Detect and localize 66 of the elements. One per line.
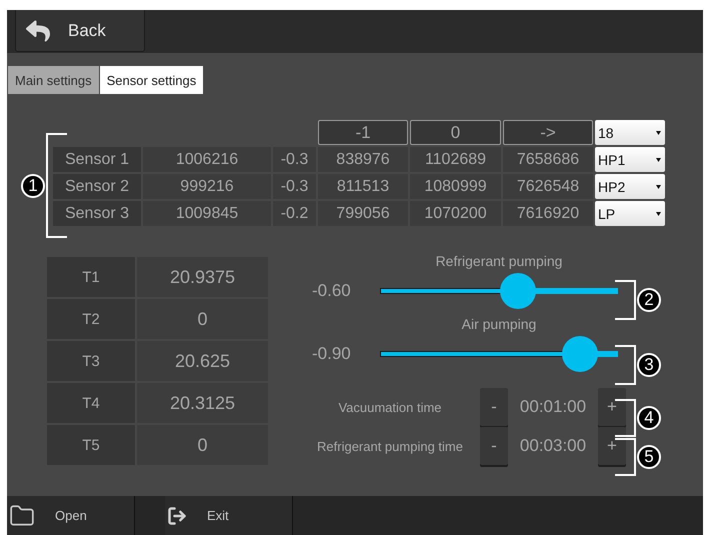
caret-icon: [656, 212, 661, 216]
table-cell: 1080999: [410, 174, 501, 199]
dropdown[interactable]: LP: [595, 201, 665, 226]
table-cell: 1006216: [143, 147, 271, 172]
table-cell: 7626548: [503, 174, 593, 199]
timer-label: Vacuumation time: [337, 400, 443, 414]
sensor-name: Sensor 2: [53, 174, 141, 199]
slider[interactable]: [380, 336, 618, 372]
open-button[interactable]: Open: [7, 496, 135, 535]
column-button[interactable]: 0: [410, 120, 501, 145]
table-cell: 20.9375: [137, 257, 268, 297]
table-cell: T3: [47, 341, 135, 381]
callout-number: 4: [637, 406, 661, 430]
sensor-name: Sensor 1: [53, 147, 141, 172]
callout-number: 1: [21, 174, 45, 198]
caret-icon: [656, 184, 661, 188]
table-cell: 20.625: [137, 341, 268, 381]
slider-reading: -0.90: [311, 344, 352, 364]
table-cell: T2: [47, 299, 135, 339]
tab[interactable]: Sensor settings: [100, 66, 204, 94]
dropdown[interactable]: HP2: [595, 174, 665, 199]
table-cell: T4: [47, 383, 135, 423]
dropdown[interactable]: HP1: [595, 147, 665, 172]
slider[interactable]: [380, 273, 618, 309]
table-cell: 0: [137, 425, 268, 465]
callout-number: 2: [637, 288, 661, 312]
folder-icon: [9, 502, 35, 528]
table-cell: 799056: [318, 201, 408, 226]
table-cell: -0.3: [273, 174, 316, 199]
table-cell: -0.3: [273, 147, 316, 172]
minus-button[interactable]: -: [480, 427, 508, 465]
callout-number: 5: [637, 445, 661, 469]
sensor-name: Sensor 3: [53, 201, 141, 226]
table-cell: -0.2: [273, 201, 316, 226]
time-value: 00:01:00: [518, 397, 588, 417]
back-icon: [26, 18, 50, 42]
table-cell: 999216: [143, 174, 271, 199]
table-cell: 1102689: [410, 147, 501, 172]
timer-label: Refrigerant pumping time: [316, 438, 464, 454]
table-cell: 1070200: [410, 201, 501, 226]
callout-number: 3: [637, 353, 661, 377]
table-cell: 7658686: [503, 147, 593, 172]
tab[interactable]: Main settings: [8, 66, 99, 94]
back-button[interactable]: Back: [15, 10, 145, 52]
slider-reading: -0.60: [311, 281, 352, 301]
table-cell: 0: [137, 299, 268, 339]
table-cell: 7616920: [503, 201, 593, 226]
time-value: 00:03:00: [518, 436, 588, 456]
table-cell: 838976: [318, 147, 408, 172]
plus-button[interactable]: +: [598, 388, 626, 426]
table-cell: T5: [47, 425, 135, 465]
table-cell: 811513: [318, 174, 408, 199]
table-cell: 1009845: [143, 201, 271, 226]
table-cell: 20.3125: [137, 383, 268, 423]
slider-title: Air pumping: [460, 315, 538, 334]
caret-icon: [656, 158, 661, 162]
dropdown[interactable]: 18: [595, 120, 665, 145]
table-cell: T1: [47, 257, 135, 297]
caret-icon: [656, 130, 661, 134]
exit-icon: [167, 506, 187, 526]
exit-button[interactable]: Exit: [165, 496, 293, 535]
minus-button[interactable]: -: [480, 388, 508, 426]
column-button[interactable]: -1: [318, 120, 408, 145]
slider-title: Refrigerant pumping: [434, 252, 564, 271]
plus-button[interactable]: +: [598, 427, 626, 465]
column-button[interactable]: ->: [503, 120, 593, 145]
